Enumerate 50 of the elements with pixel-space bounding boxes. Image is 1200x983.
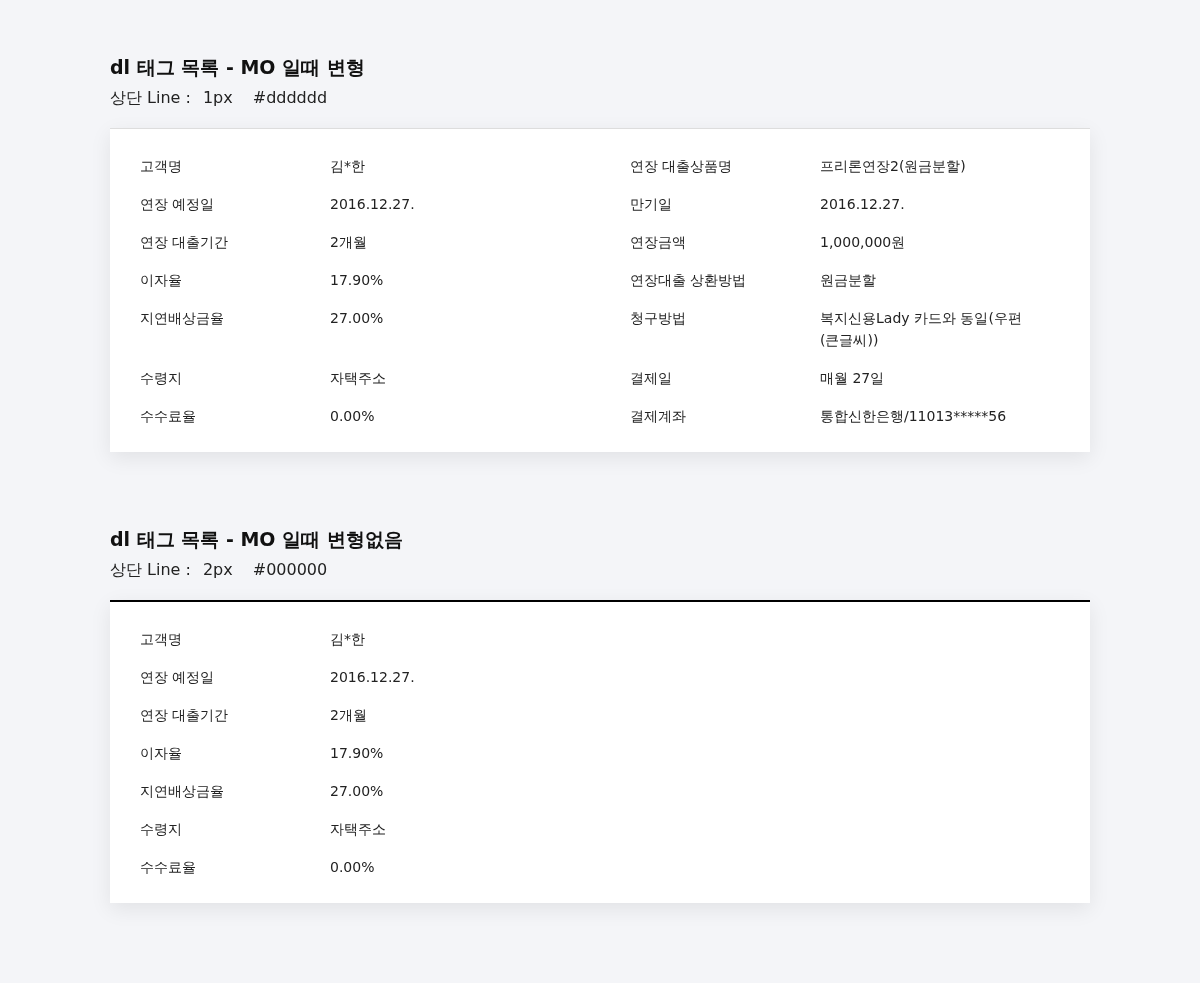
field-label: 결제일 bbox=[630, 369, 673, 388]
field-label: 이자율 bbox=[140, 744, 183, 763]
field-value: 2개월 bbox=[330, 706, 368, 725]
field-label: 수령지 bbox=[140, 369, 183, 388]
field-value: 통합신한은행/11013*****56 bbox=[820, 407, 1008, 426]
field-label: 지연배상금율 bbox=[140, 782, 225, 801]
section-title: dl 태그 목록 - MO 일때 변형 bbox=[110, 55, 366, 80]
field-value: 27.00% bbox=[330, 782, 385, 801]
line-spec-text: 상단 Line : bbox=[110, 559, 191, 581]
field-label: 결제계좌 bbox=[630, 407, 687, 426]
field-value: 17.90% bbox=[330, 271, 385, 290]
field-value: 0.00% bbox=[330, 858, 376, 877]
field-value: 원금분할 bbox=[820, 271, 877, 290]
field-label: 연장 예정일 bbox=[140, 668, 216, 687]
field-label: 만기일 bbox=[630, 195, 673, 214]
field-label: 연장금액 bbox=[630, 233, 687, 252]
line-spec-text: #000000 bbox=[252, 559, 328, 581]
field-value: 김*한 bbox=[330, 630, 366, 649]
field-label: 수수료율 bbox=[140, 858, 197, 877]
line-spec-text: 상단 Line : bbox=[110, 87, 191, 109]
field-label: 연장 대출기간 bbox=[140, 706, 230, 725]
field-value: 복지신용Lady 카드와 동일(우편 (큰글씨)) bbox=[820, 309, 1023, 350]
field-value: 자택주소 bbox=[330, 820, 387, 839]
field-label: 수수료율 bbox=[140, 407, 197, 426]
field-value: 1,000,000원 bbox=[820, 233, 907, 252]
field-value: 2016.12.27. bbox=[330, 195, 416, 214]
field-label: 연장 예정일 bbox=[140, 195, 216, 214]
field-value: 2개월 bbox=[330, 233, 368, 252]
field-value: 매월 27일 bbox=[820, 369, 886, 388]
field-value: 17.90% bbox=[330, 744, 385, 763]
field-label: 연장대출 상환방법 bbox=[630, 271, 748, 290]
field-value: 2016.12.27. bbox=[820, 195, 906, 214]
section-title: dl 태그 목록 - MO 일때 변형없음 bbox=[110, 527, 404, 552]
field-label: 수령지 bbox=[140, 820, 183, 839]
line-spec-text: 1px bbox=[202, 87, 233, 109]
field-label: 연장 대출상품명 bbox=[630, 157, 734, 176]
field-value: 0.00% bbox=[330, 407, 376, 426]
field-value: 27.00% bbox=[330, 309, 385, 328]
field-label: 고객명 bbox=[140, 157, 183, 176]
field-value: 자택주소 bbox=[330, 369, 387, 388]
line-spec-text: #dddddd bbox=[252, 87, 328, 109]
line-spec-text: 2px bbox=[202, 559, 233, 581]
field-label: 지연배상금율 bbox=[140, 309, 225, 328]
field-value: 프리론연장2(원금분할) bbox=[820, 157, 967, 176]
field-label: 고객명 bbox=[140, 630, 183, 649]
field-value: 2016.12.27. bbox=[330, 668, 416, 687]
field-label: 연장 대출기간 bbox=[140, 233, 230, 252]
field-value: 김*한 bbox=[330, 157, 366, 176]
field-label: 이자율 bbox=[140, 271, 183, 290]
field-label: 청구방법 bbox=[630, 309, 687, 328]
